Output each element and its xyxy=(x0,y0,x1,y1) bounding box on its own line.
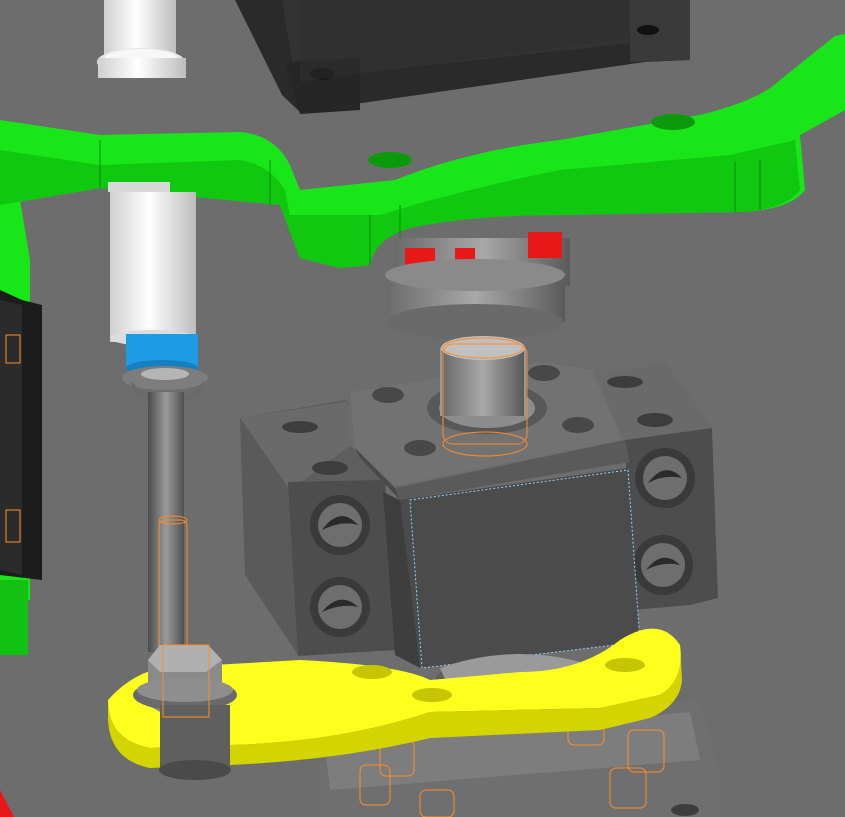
cad-viewport[interactable] xyxy=(0,0,845,817)
flexible-coupling[interactable] xyxy=(385,232,570,340)
screw-head xyxy=(528,365,560,381)
cad-scene[interactable] xyxy=(0,0,845,817)
plate-hole xyxy=(368,152,412,168)
screw-head xyxy=(372,387,404,403)
plate-hole xyxy=(651,114,695,130)
guide-rod-top[interactable] xyxy=(97,0,186,78)
screw-head xyxy=(404,440,436,456)
screw-head xyxy=(562,417,594,433)
